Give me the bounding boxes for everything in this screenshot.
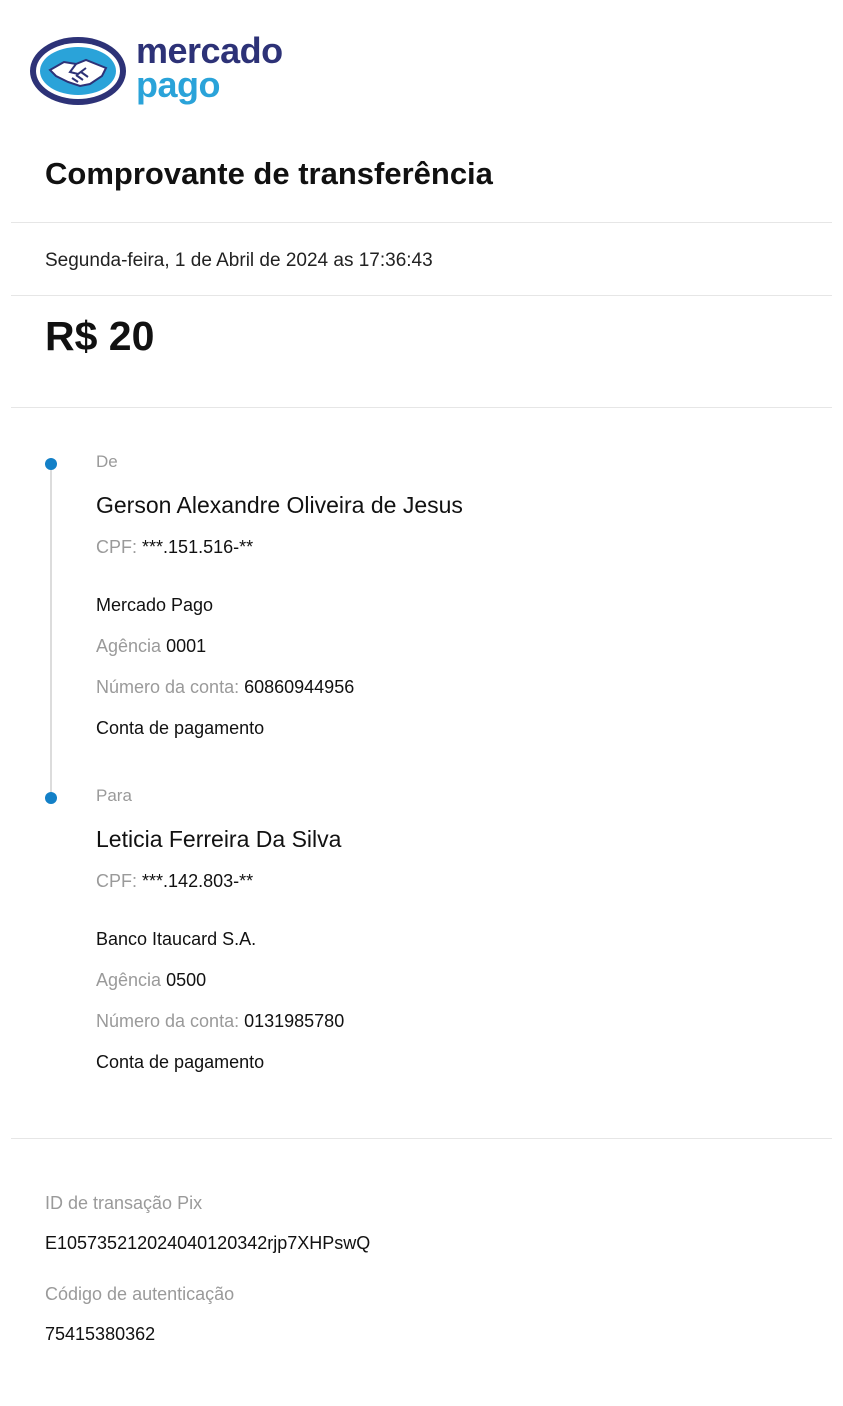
logo-word-pago: pago (136, 64, 220, 105)
recipient-cpf: CPF: ***.142.803-** (96, 871, 796, 893)
page-title: Comprovante de transferência (45, 156, 493, 191)
recipient-section: Para Leticia Ferreira Da Silva CPF: ***.… (96, 786, 796, 1074)
sender-agency: Agência 0001 (96, 636, 796, 658)
transfer-amount: R$ 20 (45, 313, 155, 359)
agency-value: 0500 (166, 970, 207, 990)
agency-label: Agência (96, 636, 162, 656)
handshake-logo-icon (30, 37, 126, 105)
pix-id-value: E105735212024040120342rjp7XHPswQ (45, 1233, 371, 1253)
recipient-account: Número da conta: 0131985780 (96, 1011, 796, 1033)
account-value: 60860944956 (244, 677, 355, 697)
recipient-agency: Agência 0500 (96, 970, 796, 992)
recipient-account-type: Conta de pagamento (96, 1052, 265, 1072)
pix-id-label: ID de transação Pix (45, 1193, 203, 1213)
sender-account-type: Conta de pagamento (96, 718, 265, 738)
auth-code-value: 75415380362 (45, 1324, 156, 1344)
sender-role-label: De (96, 452, 118, 471)
sender-account: Número da conta: 60860944956 (96, 677, 796, 699)
mercado-pago-logo: mercado pago (28, 30, 298, 110)
agency-label: Agência (96, 970, 162, 990)
logo-wordmark: mercado pago (136, 30, 283, 105)
divider (11, 1138, 832, 1139)
sender-cpf: CPF: ***.151.516-** (96, 537, 796, 559)
recipient-name: Leticia Ferreira Da Silva (96, 826, 342, 852)
cpf-value: ***.142.803-** (142, 871, 254, 891)
sender-bank: Mercado Pago (96, 595, 214, 615)
sender-name: Gerson Alexandre Oliveira de Jesus (96, 492, 463, 518)
recipient-role-label: Para (96, 786, 132, 805)
divider (11, 295, 832, 296)
recipient-bank: Banco Itaucard S.A. (96, 929, 257, 949)
sender-section: De Gerson Alexandre Oliveira de Jesus CP… (96, 452, 796, 740)
auth-code-label: Código de autenticação (45, 1284, 235, 1304)
account-value: 0131985780 (244, 1011, 345, 1031)
timeline-dot-to (45, 792, 57, 804)
divider (11, 222, 832, 223)
account-label: Número da conta: (96, 1011, 240, 1031)
divider (11, 407, 832, 408)
timeline-line (50, 464, 52, 798)
cpf-label: CPF: (96, 537, 138, 557)
timeline-dot-from (45, 458, 57, 470)
account-label: Número da conta: (96, 677, 240, 697)
transaction-datetime: Segunda-feira, 1 de Abril de 2024 as 17:… (45, 250, 433, 271)
cpf-label: CPF: (96, 871, 138, 891)
logo-word-mercado: mercado (136, 30, 283, 71)
agency-value: 0001 (166, 636, 207, 656)
cpf-value: ***.151.516-** (142, 537, 254, 557)
